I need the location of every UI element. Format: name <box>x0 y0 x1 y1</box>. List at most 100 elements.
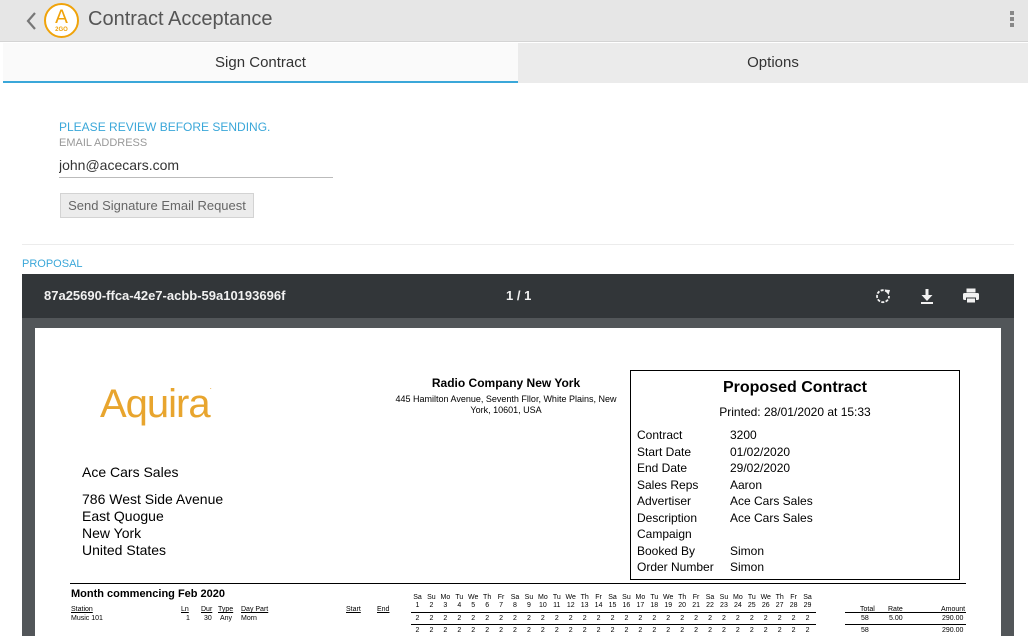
spot-count: 2 <box>429 627 434 634</box>
spot-count: 2 <box>749 627 754 634</box>
day-number: 10 <box>538 602 547 609</box>
day-number: 17 <box>636 602 645 609</box>
tab-sign-contract[interactable]: Sign Contract <box>3 43 518 83</box>
spot-count: 2 <box>443 615 448 622</box>
rotate-icon[interactable] <box>872 285 894 307</box>
day-name: Su <box>524 594 534 601</box>
row-day-part: Morn <box>241 615 257 622</box>
day-number: 1 <box>415 602 420 609</box>
day-name: Tu <box>747 594 756 601</box>
day-name: Sa <box>705 594 715 601</box>
day-number: 6 <box>485 602 490 609</box>
day-number: 5 <box>471 602 476 609</box>
spot-count: 2 <box>680 615 685 622</box>
day-name: We <box>565 594 576 601</box>
spot-count: 2 <box>540 627 545 634</box>
contract-field-row: Sales Reps Aaron <box>637 477 813 494</box>
spot-count: 2 <box>429 615 434 622</box>
spot-count: 2 <box>610 615 615 622</box>
pdf-toolbar: 87a25690-ffca-42e7-acbb-59a10193696f 1 /… <box>22 274 1014 318</box>
day-number: 3 <box>443 602 448 609</box>
spot-count: 2 <box>499 627 504 634</box>
day-number: 18 <box>650 602 659 609</box>
month-label: Month commencing Feb 2020 <box>71 588 226 600</box>
row-rate: 5.00 <box>889 615 903 622</box>
field-key: Description <box>637 510 698 525</box>
row-rule <box>411 624 816 625</box>
download-icon[interactable] <box>916 285 938 307</box>
days-rule <box>411 612 816 613</box>
row-total: 58 <box>861 615 869 622</box>
day-name: Mo <box>440 594 451 601</box>
page-indicator: 1 / 1 <box>506 288 532 303</box>
print-icon[interactable] <box>960 285 982 307</box>
tab-options[interactable]: Options <box>518 43 1028 83</box>
spot-count: 2 <box>805 615 810 622</box>
spot-count: 2 <box>526 627 531 634</box>
send-signature-button[interactable]: Send Signature Email Request <box>60 193 254 218</box>
day-name: We <box>468 594 479 601</box>
day-name: Th <box>580 594 589 601</box>
day-number: 13 <box>580 602 589 609</box>
day-number: 9 <box>526 602 531 609</box>
spot-count: 2 <box>568 615 573 622</box>
day-number: 28 <box>789 602 798 609</box>
col-end: End <box>377 606 390 613</box>
field-value: Ace Cars Sales <box>730 494 813 508</box>
spot-count: 2 <box>791 627 796 634</box>
pdf-viewer: 87a25690-ffca-42e7-acbb-59a10193696f 1 /… <box>22 274 1014 636</box>
day-name: Tu <box>650 594 659 601</box>
contract-field-row: End Date 29/02/2020 <box>637 460 813 477</box>
spot-count: 2 <box>582 627 587 634</box>
spot-count: 2 <box>680 627 685 634</box>
spot-count: 2 <box>471 627 476 634</box>
contract-field-row: Order Number Simon <box>637 559 813 576</box>
back-arrow-icon[interactable] <box>22 9 42 33</box>
row-type: Any <box>220 615 233 622</box>
logo-letter: A <box>55 6 68 28</box>
spot-count: 2 <box>513 615 517 622</box>
overflow-menu-icon[interactable] <box>1006 11 1018 31</box>
col-dur: Dur <box>201 606 213 613</box>
email-field[interactable] <box>59 152 333 178</box>
day-number: 19 <box>664 602 673 609</box>
spot-count: 2 <box>624 627 629 634</box>
spot-count: 2 <box>638 627 643 634</box>
spot-count: 2 <box>805 627 810 634</box>
totals-total: 58 <box>861 627 869 634</box>
spot-count: 2 <box>596 615 601 622</box>
contract-box: Proposed Contract Printed: 28/01/2020 at… <box>630 370 960 580</box>
spot-count: 2 <box>694 627 699 634</box>
contract-field-row: Description Ace Cars Sales <box>637 510 813 527</box>
tab-bar: Sign Contract Options <box>3 43 1028 83</box>
spot-count: 2 <box>735 627 740 634</box>
spot-count: 2 <box>749 615 754 622</box>
app-bar: A 2GO Contract Acceptance <box>0 0 1028 42</box>
totals-rule <box>845 612 966 613</box>
field-value: Simon <box>730 543 765 558</box>
spot-count: 2 <box>735 615 740 622</box>
field-value: 01/02/2020 <box>730 444 791 459</box>
recipient-name: Ace Cars Sales <box>82 464 179 480</box>
day-name: Sa <box>803 594 812 601</box>
day-number: 20 <box>678 602 687 609</box>
field-value: Ace Cars Sales <box>730 510 813 525</box>
proposal-label: PROPOSAL <box>22 258 83 270</box>
document-id: 87a25690-ffca-42e7-acbb-59a10193696f <box>44 288 286 303</box>
field-value: 3200 <box>730 428 757 442</box>
company-block: Radio Company New York 445 Hamilton Aven… <box>388 376 624 416</box>
email-label: EMAIL ADDRESS <box>59 137 148 149</box>
field-key: End Date <box>637 461 688 475</box>
spot-count: 2 <box>777 627 782 634</box>
spot-count: 2 <box>624 615 629 622</box>
day-number: 29 <box>803 602 812 609</box>
spot-count: 2 <box>652 615 657 622</box>
day-name: Th <box>483 594 492 601</box>
day-number: 15 <box>608 602 617 609</box>
spot-count: 2 <box>722 627 726 634</box>
logo-sub: 2GO <box>55 27 68 33</box>
app-logo: A 2GO <box>44 3 79 38</box>
address-line: New York <box>82 525 142 541</box>
address-line: East Quogue <box>82 508 164 524</box>
spot-count: 2 <box>513 627 517 634</box>
